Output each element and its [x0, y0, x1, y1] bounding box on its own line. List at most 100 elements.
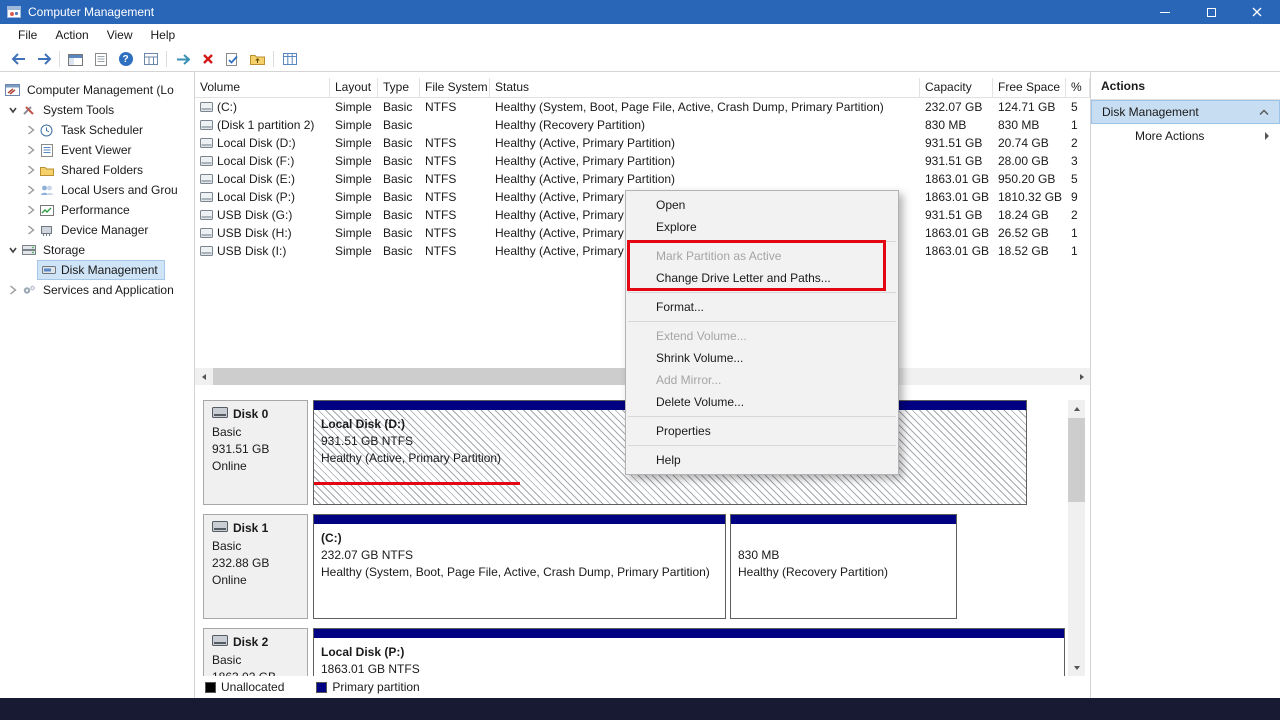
chevron-expanded-icon[interactable] [6, 245, 20, 255]
context-menu-item-format[interactable]: Format... [626, 296, 898, 318]
event-viewer-icon [38, 143, 55, 157]
partition-size: 232.07 GB NTFS [321, 548, 414, 562]
column-header-type[interactable]: Type [378, 78, 420, 97]
context-menu-item-properties[interactable]: Properties [626, 420, 898, 442]
forward-button[interactable] [31, 48, 56, 70]
chevron-collapsed-icon[interactable] [24, 144, 38, 156]
tree-item-event-viewer[interactable]: Event Viewer [0, 140, 194, 160]
column-header-capacity[interactable]: Capacity [920, 78, 993, 97]
graphical-vscrollbar[interactable] [1068, 400, 1085, 676]
volume-filesystem: NTFS [425, 172, 457, 186]
check-document-icon [226, 52, 238, 66]
taskbar[interactable] [0, 698, 1280, 720]
submenu-arrow-icon [1264, 131, 1270, 141]
scroll-up-button[interactable] [1068, 400, 1085, 417]
chevron-collapsed-icon[interactable] [24, 204, 38, 216]
help-button[interactable]: ? [113, 48, 138, 70]
tree-item-services-and-applications[interactable]: Services and Application [0, 280, 194, 300]
disk-type: Basic [212, 653, 242, 667]
column-header-file-system[interactable]: File System [420, 78, 490, 97]
legend-unallocated-label: Unallocated [221, 680, 285, 694]
menu-item[interactable]: Help [142, 24, 185, 47]
chevron-expanded-icon[interactable] [6, 105, 20, 115]
delete-volume-button[interactable] [195, 48, 220, 70]
show-console-tree-button[interactable] [63, 48, 88, 70]
scroll-left-icon [201, 373, 206, 380]
volume-row[interactable]: Local Disk (F:) Simple Basic NTFS Health… [195, 152, 1090, 170]
chevron-up-icon[interactable] [1259, 109, 1269, 116]
tree-item-local-users-groups[interactable]: Local Users and Grou [0, 180, 194, 200]
menu-item[interactable]: File [9, 24, 46, 47]
view-columns-button[interactable] [277, 48, 302, 70]
partition-c[interactable]: (C:) 232.07 GB NTFS Healthy (System, Boo… [313, 514, 726, 619]
context-menu-item-open[interactable]: Open [626, 194, 898, 216]
chevron-collapsed-icon[interactable] [24, 164, 38, 176]
partition-health: Healthy (System, Boot, Page File, Active… [321, 565, 710, 579]
help-icon: ? [118, 52, 133, 66]
volume-drive-icon [200, 246, 213, 256]
actions-disk-management[interactable]: Disk Management [1091, 100, 1280, 124]
device-manager-icon [38, 224, 55, 237]
volume-status: Healthy (Recovery Partition) [495, 118, 646, 132]
chevron-collapsed-icon[interactable] [24, 224, 38, 236]
close-button[interactable] [1234, 0, 1280, 24]
volume-drive-icon [200, 138, 213, 148]
column-header-percent[interactable]: % [1066, 78, 1090, 97]
open-folder-button[interactable] [245, 48, 270, 70]
check-document-button[interactable] [220, 48, 245, 70]
column-header-volume[interactable]: Volume [195, 78, 330, 97]
toolbar-separator [273, 51, 274, 67]
tree-item-storage[interactable]: Storage [0, 240, 194, 260]
actions-more-actions[interactable]: More Actions [1091, 124, 1280, 148]
context-menu-item-change-drive-letter[interactable]: Change Drive Letter and Paths... [626, 267, 898, 289]
volume-filesystem: NTFS [425, 100, 457, 114]
column-header-free-space[interactable]: Free Space [993, 78, 1066, 97]
export-list-button[interactable] [88, 48, 113, 70]
volume-capacity: 232.07 GB [925, 100, 983, 114]
partition-p[interactable]: Local Disk (P:) 1863.01 GB NTFS [313, 628, 1065, 676]
partition-recovery[interactable]: 830 MB Healthy (Recovery Partition) [730, 514, 957, 619]
chevron-collapsed-icon[interactable] [24, 184, 38, 196]
context-menu-item-mark-partition-active: Mark Partition as Active [656, 249, 782, 263]
context-menu-item-help[interactable]: Help [626, 449, 898, 471]
toolbar-separator [166, 51, 167, 67]
tree-item-shared-folders[interactable]: Shared Folders [0, 160, 194, 180]
scroll-left-button[interactable] [195, 368, 212, 385]
scrollbar-thumb[interactable] [1068, 418, 1085, 502]
volume-status: Healthy (Active, Primary Partition) [495, 136, 676, 150]
volume-row[interactable]: (C:) Simple Basic NTFS Healthy (System, … [195, 98, 1090, 116]
action-arrow-button[interactable] [170, 48, 195, 70]
minimize-button[interactable] [1142, 0, 1188, 24]
disk0-header[interactable]: Disk 0 Basic 931.51 GB Online [203, 400, 308, 505]
volume-row[interactable]: Local Disk (D:) Simple Basic NTFS Health… [195, 134, 1090, 152]
maximize-button[interactable] [1188, 0, 1234, 24]
disk-row-1: Disk 1 Basic 232.88 GB Online (C:) 232.0… [195, 514, 1090, 620]
tree-item-computer-management[interactable]: Computer Management (Lo [0, 80, 194, 100]
menu-item[interactable]: View [98, 24, 142, 47]
back-button[interactable] [6, 48, 31, 70]
disk2-header[interactable]: Disk 2 Basic 1863.02 GB [203, 628, 308, 676]
context-menu-item-shrink-volume[interactable]: Shrink Volume... [626, 347, 898, 369]
columns-icon [282, 53, 297, 65]
column-header-layout[interactable]: Layout [330, 78, 378, 97]
scroll-right-button[interactable] [1073, 368, 1090, 385]
volume-row[interactable]: (Disk 1 partition 2) Simple Basic Health… [195, 116, 1090, 134]
tree-item-device-manager[interactable]: Device Manager [0, 220, 194, 240]
disk-size: 232.88 GB [212, 556, 270, 570]
context-menu-item-explore[interactable]: Explore [626, 216, 898, 238]
tree-item-system-tools[interactable]: System Tools [0, 100, 194, 120]
disk1-header[interactable]: Disk 1 Basic 232.88 GB Online [203, 514, 308, 619]
tree-item-task-scheduler[interactable]: Task Scheduler [0, 120, 194, 140]
scroll-down-button[interactable] [1068, 659, 1085, 676]
volume-capacity: 1863.01 GB [925, 172, 990, 186]
tree-item-performance[interactable]: Performance [0, 200, 194, 220]
column-header-status[interactable]: Status [490, 78, 920, 97]
volume-row[interactable]: Local Disk (E:) Simple Basic NTFS Health… [195, 170, 1090, 188]
volume-free-space: 124.71 GB [998, 100, 1056, 114]
context-menu-item-delete-volume[interactable]: Delete Volume... [626, 391, 898, 413]
tree-item-disk-management[interactable]: Disk Management [0, 260, 194, 280]
menu-item[interactable]: Action [46, 24, 97, 47]
chevron-collapsed-icon[interactable] [6, 284, 20, 296]
properties-grid-button[interactable] [138, 48, 163, 70]
chevron-collapsed-icon[interactable] [24, 124, 38, 136]
